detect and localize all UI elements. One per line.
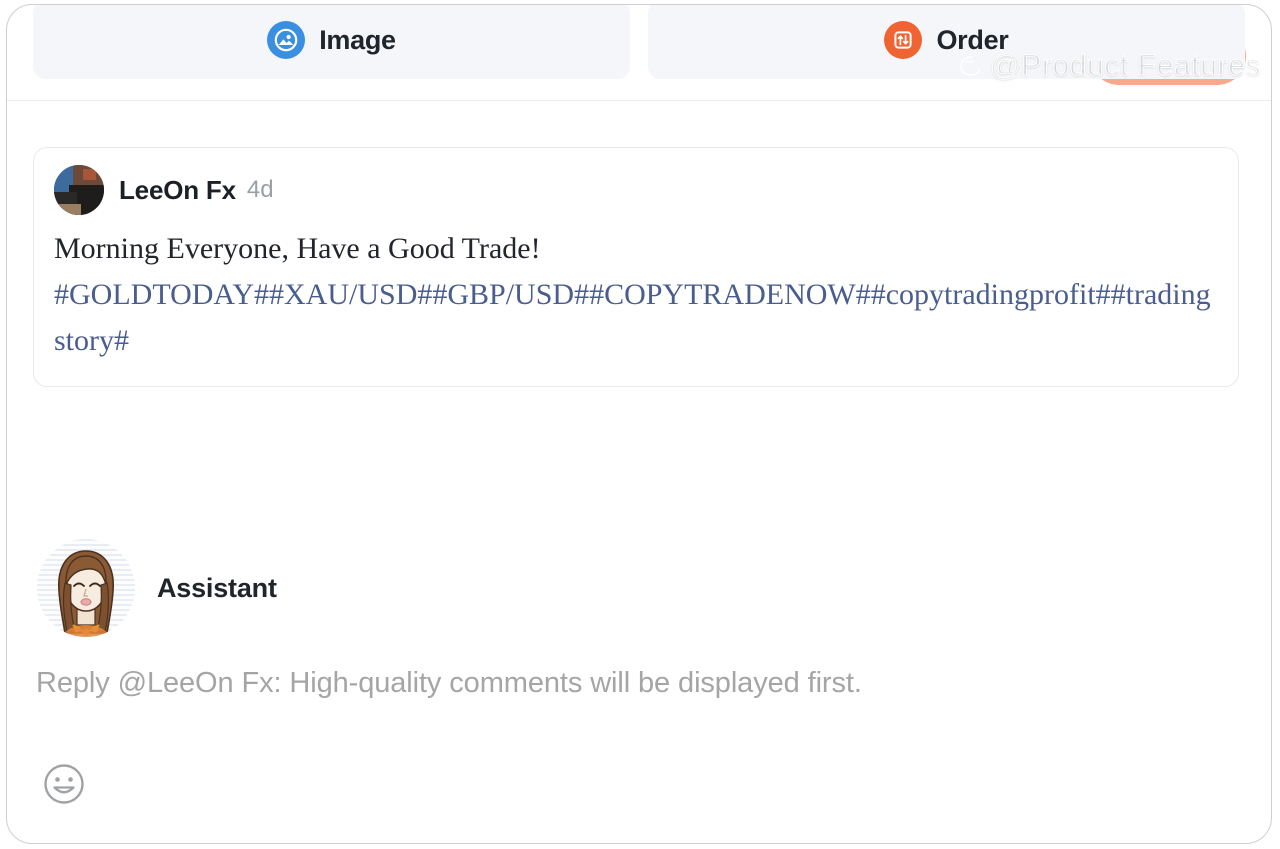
quoted-post-header: LeeOn Fx 4d: [54, 164, 1218, 216]
order-trade-arrows-icon: [884, 21, 923, 59]
reply-input[interactable]: Reply @LeeOn Fx: High-quality comments w…: [36, 667, 1186, 700]
reply-composer-window: Reply Post LeeOn Fx 4d Morning Everyone,…: [6, 4, 1272, 844]
avatar[interactable]: [54, 165, 104, 215]
add-image-button[interactable]: Image: [33, 5, 630, 79]
quoted-post-author[interactable]: LeeOn Fx: [119, 175, 236, 206]
composer-action-bar: Image Order: [7, 5, 1271, 101]
composer-identity-row: Assistant: [37, 539, 277, 637]
quoted-post-card[interactable]: LeeOn Fx 4d Morning Everyone, Have a Goo…: [33, 147, 1239, 387]
quoted-post-timestamp: 4d: [246, 176, 274, 203]
add-order-button[interactable]: Order: [648, 5, 1245, 79]
quoted-post-hashtags[interactable]: #GOLDTODAY##XAU/USD##GBP/USD##COPYTRADEN…: [54, 272, 1218, 364]
quoted-post-text: Morning Everyone, Have a Good Trade!: [54, 232, 541, 265]
composer-account-name: Assistant: [157, 572, 277, 603]
add-image-label: Image: [319, 24, 396, 55]
add-order-label: Order: [936, 24, 1009, 55]
image-picture-icon: [267, 21, 306, 59]
smiley-face-icon[interactable]: [41, 761, 87, 807]
avatar[interactable]: [37, 539, 135, 637]
